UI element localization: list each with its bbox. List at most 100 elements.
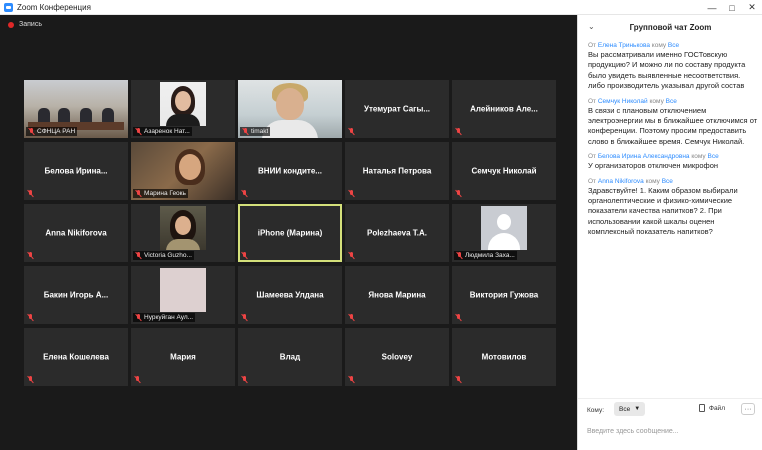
participant-tile[interactable]: Polezhaeva T.A. bbox=[345, 204, 449, 262]
file-icon bbox=[699, 404, 705, 412]
participant-label: Марина Геокь bbox=[133, 189, 188, 198]
message-prefix: От bbox=[588, 97, 597, 105]
message-recipient[interactable]: Все bbox=[666, 98, 677, 105]
participant-tile[interactable]: Наталья Петрова bbox=[345, 142, 449, 200]
participant-tile[interactable]: Людмила Заха... bbox=[452, 204, 556, 262]
mic-muted-icon bbox=[241, 252, 248, 259]
mic-muted-icon bbox=[135, 252, 142, 259]
recipient-select[interactable]: Все ▼ bbox=[614, 402, 646, 416]
message-prefix: От bbox=[588, 177, 597, 185]
message-to-label: кому bbox=[651, 42, 667, 49]
message-recipient[interactable]: Все bbox=[662, 178, 673, 185]
participant-tile[interactable]: СФНЦА РАН bbox=[24, 80, 128, 138]
participant-tile[interactable]: Азаренок Нат... bbox=[131, 80, 235, 138]
mic-muted-icon bbox=[241, 314, 248, 321]
file-label: Файл bbox=[709, 404, 725, 412]
profile-photo bbox=[160, 268, 206, 312]
mic-muted-icon bbox=[27, 190, 34, 197]
participant-tile[interactable]: iPhone (Марина) bbox=[238, 204, 342, 262]
close-button[interactable]: ✕ bbox=[742, 0, 762, 15]
message-sender[interactable]: Anna Nikiforova bbox=[598, 178, 644, 185]
message-recipient[interactable]: Все bbox=[668, 42, 679, 49]
person-face bbox=[175, 91, 191, 111]
participant-tile[interactable]: Solovey bbox=[345, 328, 449, 386]
mic-muted-icon bbox=[28, 128, 35, 135]
participant-label: Азаренок Нат... bbox=[133, 127, 192, 136]
participant-tile[interactable]: Мария bbox=[131, 328, 235, 386]
participant-tile[interactable]: Алейников Але... bbox=[452, 80, 556, 138]
participant-tile[interactable]: Виктория Гужова bbox=[452, 266, 556, 324]
participant-tile[interactable]: Victoria Guzho... bbox=[131, 204, 235, 262]
participant-tile[interactable]: Елена Кошелева bbox=[24, 328, 128, 386]
participant-name: Бакин Игорь А... bbox=[43, 290, 109, 300]
participant-tile[interactable]: Шамеева Улдана bbox=[238, 266, 342, 324]
title-bar: Zoom Конференция — □ ✕ bbox=[0, 0, 762, 15]
participant-label: Людмила Заха... bbox=[454, 251, 517, 260]
minimize-button[interactable]: — bbox=[702, 0, 722, 15]
mic-muted-icon bbox=[455, 314, 462, 321]
participant-name: Victoria Guzho... bbox=[144, 252, 192, 259]
mic-muted-icon bbox=[348, 314, 355, 321]
participant-name: Елена Кошелева bbox=[43, 352, 109, 362]
participant-tile[interactable]: timakt bbox=[238, 80, 342, 138]
message-meta: От Белова Ирина Александровна кому Все bbox=[588, 152, 758, 161]
participant-name: Семчук Николай bbox=[471, 166, 537, 176]
message-recipient[interactable]: Все bbox=[707, 153, 718, 160]
zoom-app-icon bbox=[4, 2, 13, 12]
record-dot-icon bbox=[8, 21, 14, 28]
file-button[interactable]: Файл bbox=[699, 404, 725, 412]
chat-compose: Кому: Все ▼ Файл ··· bbox=[578, 398, 762, 450]
mic-muted-icon bbox=[241, 376, 248, 383]
recording-label: Запись bbox=[19, 21, 42, 28]
message-to-label: кому bbox=[649, 97, 664, 105]
participant-name: Anna Nikiforova bbox=[45, 228, 107, 238]
participant-name: Шамеева Улдана bbox=[256, 290, 324, 300]
message-input[interactable] bbox=[587, 425, 755, 437]
default-avatar-icon bbox=[481, 206, 527, 250]
participant-name: Людмила Заха... bbox=[465, 252, 515, 259]
mic-muted-icon bbox=[242, 128, 249, 135]
participant-tile[interactable]: Янова Марина bbox=[345, 266, 449, 324]
chat-message: От Елена Тринькова кому Все Вы рассматрив… bbox=[588, 41, 758, 92]
message-text: В связи с плановым отключением электроэн… bbox=[588, 105, 758, 146]
participant-tile[interactable]: Утемурат Сагы... bbox=[345, 80, 449, 138]
participant-name: Азаренок Нат... bbox=[144, 128, 190, 135]
participant-label: Нуркуйган Аул... bbox=[133, 313, 196, 322]
profile-photo bbox=[160, 206, 206, 250]
participant-tile[interactable]: Белова Ирина... bbox=[24, 142, 128, 200]
participant-tile[interactable]: Бакин Игорь А... bbox=[24, 266, 128, 324]
message-to-label: кому bbox=[691, 153, 706, 161]
participant-name: Янова Марина bbox=[368, 290, 426, 300]
message-meta: От Елена Тринькова кому Все bbox=[588, 41, 758, 50]
participant-name: timakt bbox=[251, 128, 269, 135]
maximize-button[interactable]: □ bbox=[722, 0, 742, 15]
more-options-button[interactable]: ··· bbox=[741, 403, 755, 415]
message-to-label: кому bbox=[645, 177, 660, 185]
message-prefix: От bbox=[588, 42, 597, 49]
participant-name: Solovey bbox=[381, 352, 413, 362]
participant-tile[interactable]: Нуркуйган Аул... bbox=[131, 266, 235, 324]
participant-name: Виктория Гужова bbox=[469, 290, 539, 300]
participant-name: Белова Ирина... bbox=[44, 166, 108, 176]
participant-name: Влад bbox=[279, 352, 301, 362]
participant-label: Victoria Guzho... bbox=[133, 251, 194, 260]
avatar-shoulders bbox=[488, 233, 520, 250]
message-sender[interactable]: Белова Ирина Александровна bbox=[598, 153, 690, 160]
message-sender[interactable]: Семчук Николай bbox=[598, 98, 648, 105]
participant-tile[interactable]: Anna Nikiforova bbox=[24, 204, 128, 262]
mic-muted-icon bbox=[348, 376, 355, 383]
message-text: Здравствуйте! 1. Каким образом выбирали … bbox=[588, 185, 738, 237]
person-body bbox=[166, 114, 200, 126]
recording-indicator[interactable]: Запись bbox=[8, 21, 42, 28]
chevron-down-icon[interactable]: ⌄ bbox=[588, 22, 595, 31]
participant-tile[interactable]: Семчук Николай bbox=[452, 142, 556, 200]
mic-muted-icon bbox=[135, 128, 142, 135]
message-sender[interactable]: Елена Тринькова bbox=[598, 42, 650, 49]
participant-label: timakt bbox=[240, 127, 271, 136]
participant-name: Нуркуйган Аул... bbox=[144, 314, 194, 321]
participant-tile[interactable]: Марина Геокь bbox=[131, 142, 235, 200]
participant-tile[interactable]: ВНИИ кондите... bbox=[238, 142, 342, 200]
mic-muted-icon bbox=[348, 190, 355, 197]
participant-tile[interactable]: Влад bbox=[238, 328, 342, 386]
participant-tile[interactable]: Мотовилов bbox=[452, 328, 556, 386]
